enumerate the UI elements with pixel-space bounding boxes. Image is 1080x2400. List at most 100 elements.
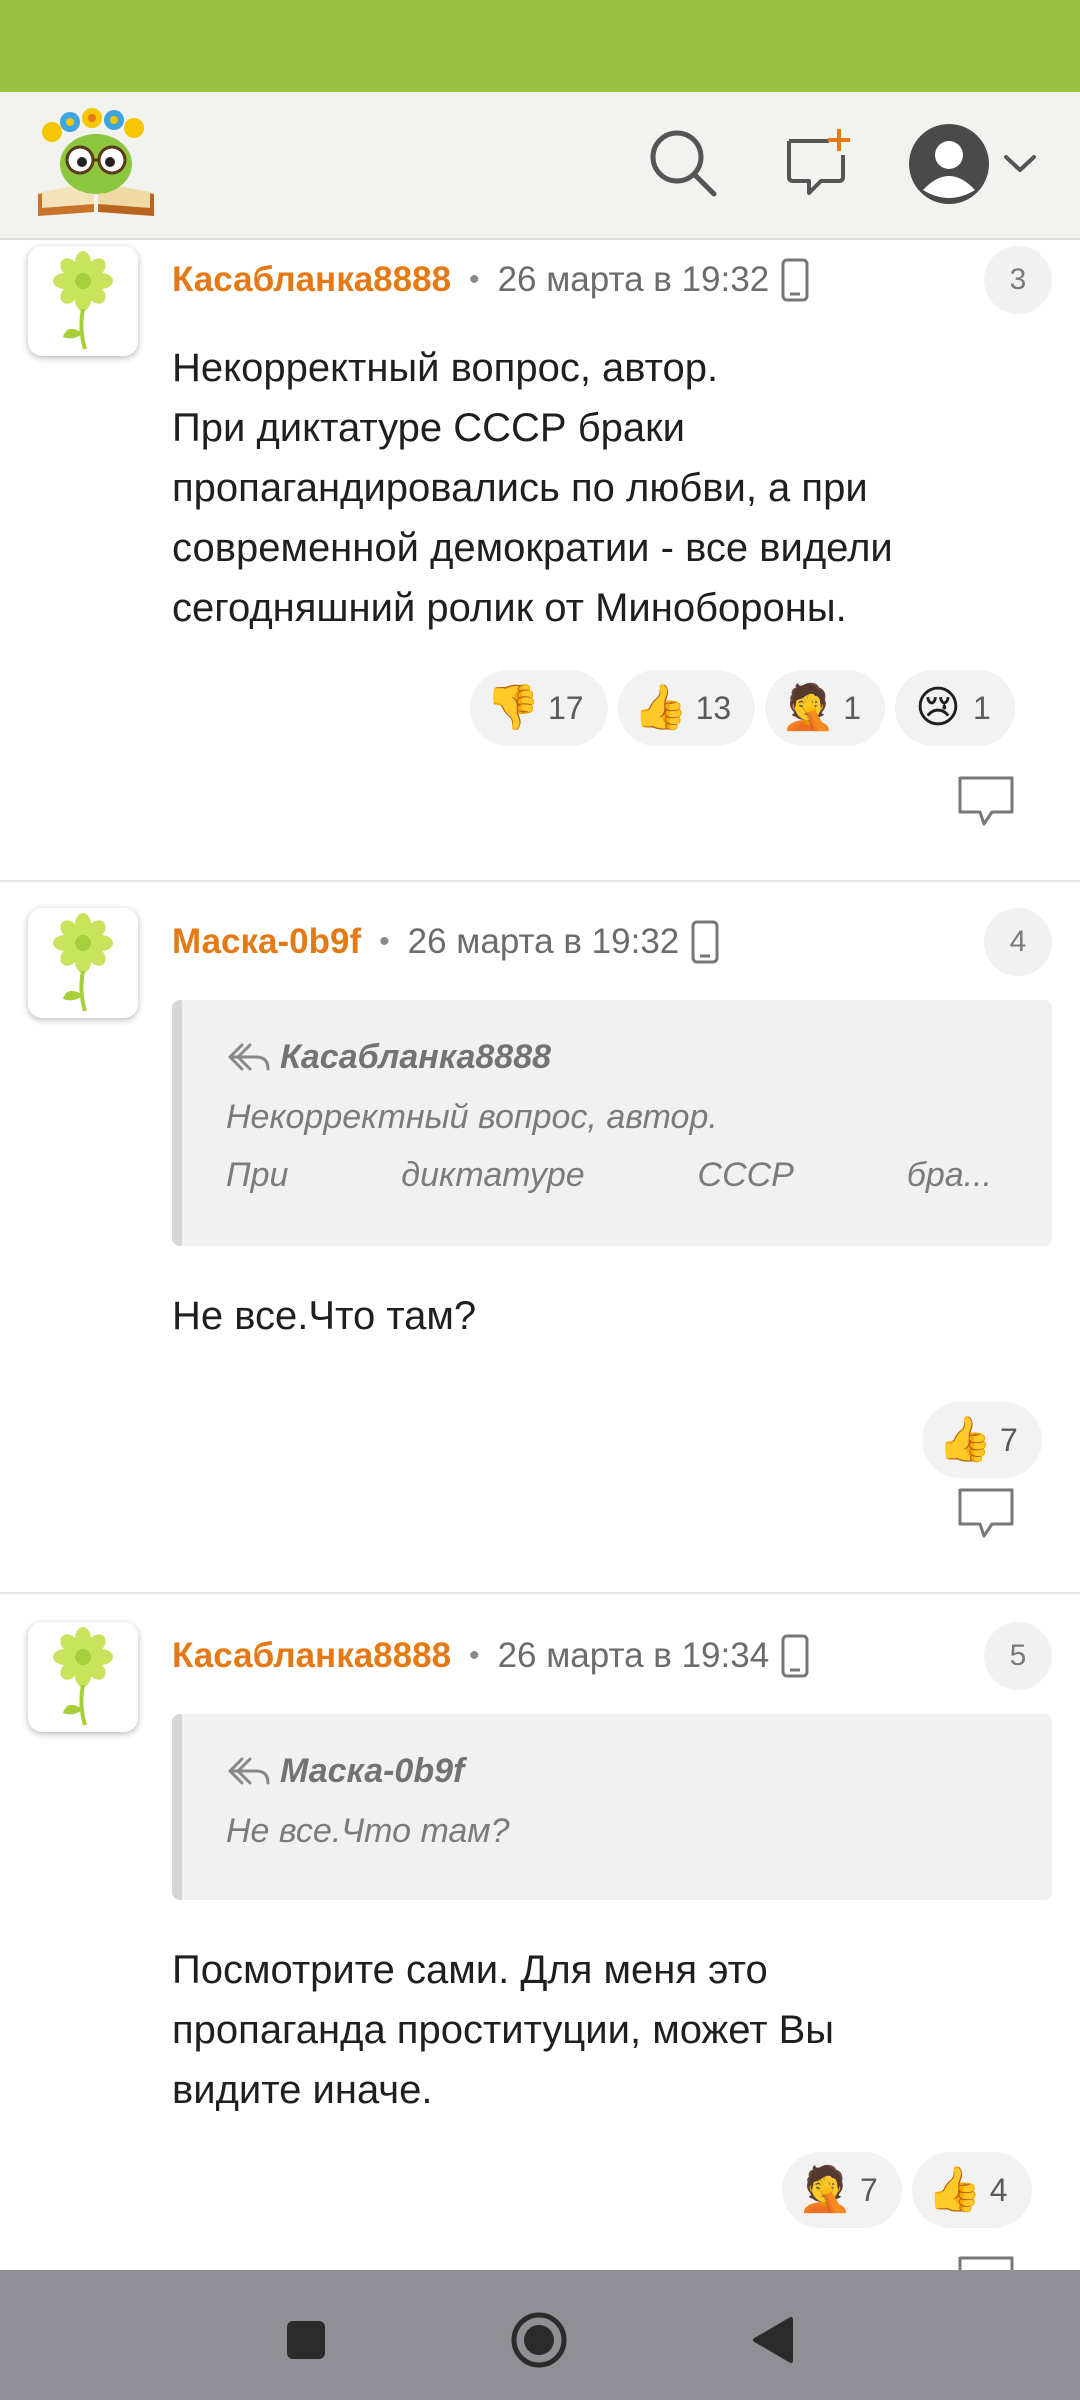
system-nav-bar (0, 2270, 1080, 2400)
reaction-facepalm[interactable]: 🤦 1 (765, 670, 885, 746)
comment-author[interactable]: Касабланка8888 (172, 1636, 451, 1676)
reply-arrow-icon (228, 1043, 270, 1070)
comment-number[interactable]: 4 (984, 908, 1052, 976)
thumbs-down-icon: 👎 (485, 682, 541, 733)
user-avatar-icon (909, 123, 989, 209)
reply-arrow-icon (228, 1757, 270, 1784)
quote-author-row: Касабланка8888 (226, 1038, 551, 1077)
comment-number[interactable]: 3 (984, 246, 1052, 314)
quote-text-line: Не все.Что там? (226, 1812, 510, 1850)
reaction-thumbs-down[interactable]: 👎 17 (470, 670, 608, 746)
quote-word: При (226, 1156, 289, 1194)
thumbs-up-icon: 👍 (633, 682, 688, 733)
reactions-bar: 👍 7 (922, 1402, 1042, 1478)
crying-face-icon: 😢 (915, 682, 961, 733)
quote-author: Касабланка8888 (280, 1038, 552, 1076)
quote-text-line: При диктатуре СССР бра... (226, 1156, 992, 1195)
comment-text-line: Некорректный вопрос, автор. (172, 346, 719, 390)
comment-text-line: видите иначе. (172, 2068, 433, 2112)
avatar[interactable] (28, 908, 138, 1018)
mobile-device-icon (691, 920, 719, 964)
comment-text-line: пропагандировались по любви, а при (172, 466, 868, 510)
reply-button[interactable] (956, 774, 1016, 830)
comment-text-line: пропаганда проституции, может Вы (172, 2008, 835, 2052)
reaction-thumbs-up[interactable]: 👍 7 (922, 1402, 1042, 1478)
reactions-bar: 🤦 7 👍 4 (782, 2152, 1032, 2228)
mobile-device-icon (781, 1634, 809, 1678)
comment-author[interactable]: Маска-0b9f (172, 922, 361, 962)
new-post-button[interactable] (776, 122, 862, 208)
reaction-thumbs-up[interactable]: 👍 13 (617, 670, 756, 746)
comment-author[interactable]: Касабланка8888 (172, 260, 451, 300)
search-icon (646, 126, 720, 205)
quote-author-row: Маска-0b9f (226, 1752, 464, 1791)
quote-word: бра... (906, 1156, 992, 1194)
facepalm-icon: 🤦 (780, 682, 836, 733)
separator-dot: • (469, 263, 480, 296)
reply-button[interactable] (956, 2254, 1016, 2270)
reaction-thumbs-up[interactable]: 👍 4 (911, 2152, 1032, 2228)
facepalm-icon: 🤦 (797, 2164, 853, 2215)
search-button[interactable] (640, 122, 726, 208)
comment-body: Посмотрите сами. Для меня это пропаганда… (172, 1940, 1032, 2120)
comment-divider (0, 1592, 1080, 1594)
flower-icon (53, 913, 113, 1012)
reaction-count: 13 (695, 689, 732, 726)
comment-body: Не все.Что там? (172, 1286, 1032, 1346)
reply-icon (958, 776, 1014, 826)
separator-dot: • (379, 925, 390, 958)
comment-date[interactable]: 26 марта в 19:32 (408, 922, 680, 962)
thumbs-up-icon: 👍 (937, 1414, 993, 1465)
back-triangle-icon (753, 2317, 793, 2363)
chevron-down-icon (1003, 154, 1037, 179)
recents-square-icon (287, 2321, 325, 2359)
comment-text-line: современной демократии - все видели (172, 526, 893, 570)
reply-icon (958, 2256, 1014, 2270)
comment-body: Некорректный вопрос, автор. При диктатур… (172, 338, 1032, 638)
flower-icon (53, 251, 113, 350)
comment: Касабланка8888 • 26 марта в 19:32 3 Неко… (0, 240, 1080, 880)
comment-text-line: Не все.Что там? (172, 1294, 477, 1338)
user-menu-button[interactable] (898, 118, 1048, 214)
comment-date[interactable]: 26 марта в 19:34 (498, 1636, 770, 1676)
comment-text-line: Посмотрите сами. Для меня это (172, 1948, 768, 1992)
flower-icon (53, 1627, 113, 1726)
reaction-count: 1 (972, 689, 991, 726)
home-circle-icon (511, 2312, 567, 2368)
reaction-count: 4 (989, 2171, 1008, 2208)
comment-divider (0, 880, 1080, 882)
quoted-reply[interactable]: Маска-0b9f Не все.Что там? (172, 1714, 1052, 1900)
comment-date[interactable]: 26 марта в 19:32 (498, 260, 770, 300)
reaction-count: 7 (860, 2171, 878, 2208)
home-button[interactable] (499, 2300, 579, 2380)
reply-button[interactable] (956, 1486, 1016, 1542)
reaction-crying-face[interactable]: 😢 1 (894, 670, 1015, 746)
app-header (0, 92, 1080, 240)
avatar[interactable] (28, 1622, 138, 1732)
quoted-reply[interactable]: Касабланка8888 Некорректный вопрос, авто… (172, 1000, 1052, 1246)
thumbs-up-icon: 👍 (927, 2164, 983, 2215)
reaction-count: 17 (548, 689, 584, 726)
quote-word: СССР (697, 1156, 794, 1194)
avatar[interactable] (28, 246, 138, 356)
mobile-device-icon (781, 258, 809, 302)
reactions-bar: 👎 17 👍 13 🤦 1 😢 1 (470, 670, 1015, 746)
comment-text-line: сегодняшний ролик от Минобороны. (172, 586, 847, 630)
quote-word: диктатуре (401, 1156, 585, 1194)
quote-text-line: Некорректный вопрос, автор. (226, 1098, 718, 1136)
comment: Маска-0b9f • 26 марта в 19:32 4 Касаблан… (0, 902, 1080, 1592)
comment-text-line: При диктатуре СССР браки (172, 406, 685, 450)
status-bar (0, 0, 1080, 92)
logo-icon[interactable] (34, 108, 158, 220)
reaction-facepalm[interactable]: 🤦 7 (782, 2152, 902, 2228)
reaction-count: 7 (1000, 1421, 1018, 1458)
quote-author: Маска-0b9f (280, 1752, 465, 1790)
reaction-count: 1 (843, 689, 861, 726)
new-post-icon (783, 127, 855, 204)
comment-number[interactable]: 5 (984, 1622, 1052, 1690)
separator-dot: • (469, 1639, 480, 1672)
recents-button[interactable] (266, 2300, 346, 2380)
comments-feed: Касабланка8888 • 26 марта в 19:32 3 Неко… (0, 240, 1080, 2270)
reply-icon (958, 1488, 1014, 1538)
back-button[interactable] (732, 2300, 812, 2380)
